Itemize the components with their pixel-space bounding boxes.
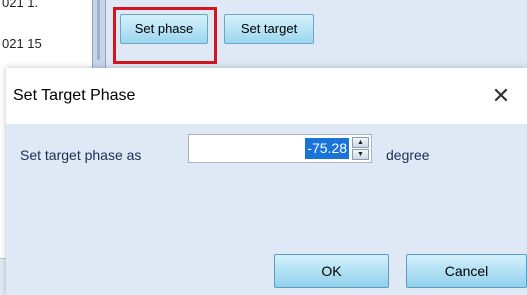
set-target-button[interactable]: Set target <box>224 14 314 44</box>
target-phase-value[interactable]: -75.28 <box>305 138 349 159</box>
highlight-annotation <box>113 7 217 64</box>
unit-label: degree <box>386 147 430 163</box>
dialog-title: Set Target Phase <box>13 87 136 104</box>
list-item[interactable]: 021 15 <box>2 36 42 51</box>
cancel-button-label: Cancel <box>444 263 489 279</box>
target-phase-spinbox[interactable]: -75.28 ▲ ▼ <box>188 134 372 163</box>
close-icon[interactable]: ✕ <box>485 80 517 112</box>
ok-button[interactable]: OK <box>274 254 389 288</box>
splitter-grip <box>97 0 100 60</box>
spin-up-icon[interactable]: ▲ <box>352 137 369 148</box>
spin-down-icon[interactable]: ▼ <box>352 149 369 160</box>
set-target-phase-dialog: Set Target Phase ✕ Set target phase as -… <box>6 68 527 295</box>
dialog-titlebar[interactable]: Set Target Phase ✕ <box>6 68 527 124</box>
ok-button-label: OK <box>321 263 342 279</box>
list-item[interactable]: 021 1. <box>2 0 38 10</box>
cancel-button[interactable]: Cancel <box>406 254 527 288</box>
spin-buttons: ▲ ▼ <box>352 137 369 160</box>
target-phase-label: Set target phase as <box>20 147 142 163</box>
